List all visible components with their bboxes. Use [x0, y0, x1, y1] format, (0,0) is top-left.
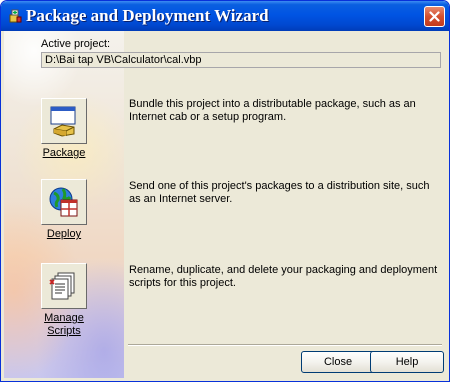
button-separator	[128, 344, 442, 346]
help-button[interactable]: Help	[370, 351, 444, 373]
close-icon	[429, 11, 440, 22]
deploy-label[interactable]: Deploy	[41, 228, 87, 241]
manage-scripts-description: Rename, duplicate, and delete your packa…	[129, 264, 438, 289]
manage-scripts-label[interactable]: Manage Scripts	[34, 312, 94, 338]
manage-scripts-label-line2: Scripts	[47, 325, 81, 337]
wizard-app-icon	[7, 8, 23, 24]
window-title: Package and Deployment Wizard	[26, 6, 269, 25]
close-button[interactable]: Close	[301, 351, 375, 373]
package-label[interactable]: Package	[41, 147, 87, 160]
wizard-body: Active project: D:\Bai tap VB\Calculator…	[4, 31, 446, 378]
deploy-description: Send one of this project's packages to a…	[129, 180, 430, 205]
package-box-icon	[50, 106, 76, 137]
title-bar[interactable]: Package and Deployment Wizard	[1, 1, 449, 31]
wizard-window: Package and Deployment Wizard Active pro…	[0, 0, 450, 382]
scripts-document-icon	[49, 272, 75, 300]
active-project-path: D:\Bai tap VB\Calculator\cal.vbp	[41, 52, 441, 68]
deploy-globe-icon	[49, 187, 78, 217]
close-window-button[interactable]	[424, 6, 445, 27]
manage-scripts-label-line1: Manage	[44, 312, 84, 324]
manage-scripts-button[interactable]	[41, 263, 87, 309]
deploy-button[interactable]	[41, 179, 87, 225]
package-description: Bundle this project into a distributable…	[129, 98, 416, 123]
active-project-label: Active project:	[41, 38, 111, 50]
package-button[interactable]	[41, 98, 87, 144]
